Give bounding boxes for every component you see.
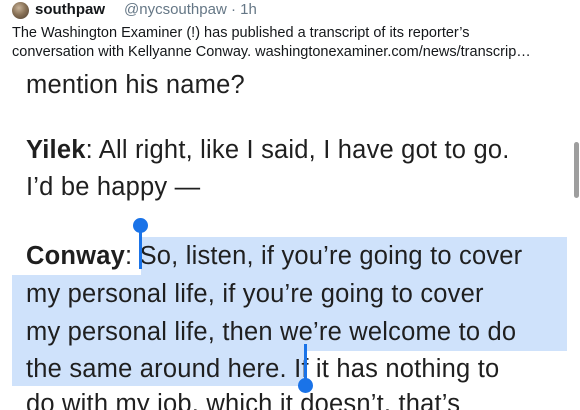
transcript-line: mention his name? [26, 72, 245, 99]
selection-end-caret [304, 344, 307, 382]
transcript-line: Yilek: All right, like I said, I have go… [26, 132, 510, 168]
tweet-text: The Washington Examiner (!) has publishe… [12, 24, 574, 62]
scrollbar[interactable] [574, 142, 579, 198]
selected-text: the same around here. [26, 355, 287, 383]
tweet-text-line-2[interactable]: conversation with Kellyanne Conway. wash… [12, 43, 574, 62]
speaker-name: Yilek [26, 136, 86, 164]
transcript-line: the same around here. If it has nothing … [26, 351, 499, 387]
selection-start-caret [139, 227, 142, 269]
transcript-line: my personal life, if you’re going to cov… [26, 280, 484, 308]
speaker-name: Conway [26, 242, 125, 270]
transcript-line: my personal life, then we’re welcome to … [26, 318, 517, 346]
transcript-line: Conway: So, listen, if you’re going to c… [26, 238, 522, 274]
tweet-header: southpaw @nycsouthpaw · 1h The Washingto… [0, 0, 580, 72]
handle-and-time[interactable]: @nycsouthpaw · 1h [124, 1, 257, 19]
transcript-screenshot[interactable]: mention his name? Yilek: All right, like… [12, 72, 580, 410]
transcript-text: : [124, 242, 133, 270]
transcript-line: do with my job, which it doesn’t, that’s [26, 390, 461, 410]
selection-end-handle[interactable] [298, 378, 313, 393]
transcript-text: : All right, like I said, I have got to … [85, 136, 510, 164]
display-name[interactable]: southpaw [35, 1, 105, 19]
selected-text: So, listen, if you’re going to cover [139, 242, 523, 270]
avatar[interactable] [12, 2, 29, 19]
tweet-text-line-1: The Washington Examiner (!) has publishe… [12, 25, 470, 41]
transcript-line: I’d be happy — [26, 173, 201, 201]
transcript-text: If it has nothing to [286, 355, 500, 383]
